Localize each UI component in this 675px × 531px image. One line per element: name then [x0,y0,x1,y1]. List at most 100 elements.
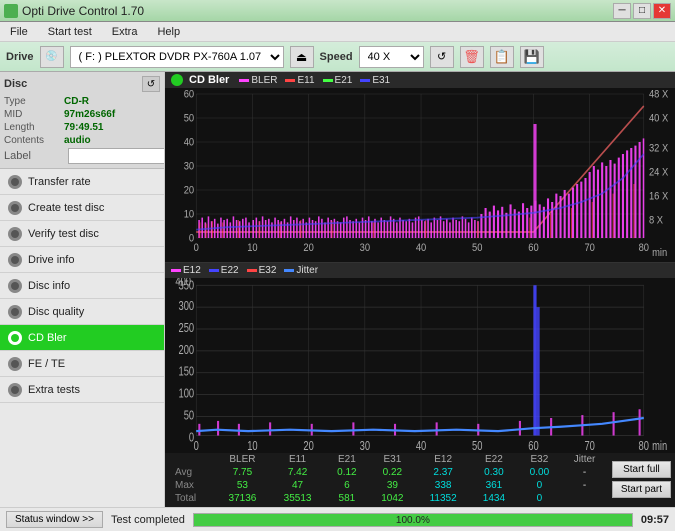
max-e22: 361 [470,479,517,492]
total-e32: 0 [518,492,562,505]
svg-text:40 X: 40 X [649,113,668,125]
speed-label: Speed [320,51,353,63]
speed-select[interactable]: 40 X [359,46,424,68]
save-button[interactable]: 💾 [520,46,544,68]
svg-text:20: 20 [184,185,195,197]
svg-text:80: 80 [639,440,649,453]
action-buttons: Start full Start part [612,453,671,505]
minimize-button[interactable]: ─ [613,3,631,19]
disc-panel: Disc ↺ Type CD-R MID 97m26s66f Length 79… [0,72,164,169]
max-bler: 53 [215,479,270,492]
col-header-e22: E22 [470,453,517,466]
chart-bottom-body: 0 50 100 150 200 250 300 350 400 0 10 20… [165,278,675,453]
sidebar-item-extra-tests[interactable]: Extra tests [0,377,164,403]
erase-button[interactable]: 🗑 [460,46,484,68]
nav-label-cd-bler: CD Bler [28,332,67,344]
chart-bottom-legend: E12 E22 E32 Jitter [171,265,318,276]
svg-text:30: 30 [184,161,195,173]
table-row-total: Total 37136 35513 581 1042 11352 1434 0 [169,492,608,505]
total-e31: 1042 [369,492,416,505]
disc-contents-key: Contents [4,135,64,146]
progress-label: 100.0% [194,514,632,528]
main-layout: Disc ↺ Type CD-R MID 97m26s66f Length 79… [0,72,675,507]
sidebar-item-verify-test-disc[interactable]: Verify test disc [0,221,164,247]
copy-button[interactable]: 📋 [490,46,514,68]
data-table-wrap: BLER E11 E21 E31 E12 E22 E32 Jitter Avg [169,453,608,505]
legend-e31: E31 [360,75,390,86]
avg-e11: 7.42 [270,466,325,479]
disc-label-key: Label [4,150,64,162]
chart-top-title-bar: CD Bler BLER E11 E21 [165,72,675,88]
svg-text:10: 10 [184,209,195,221]
svg-text:10: 10 [247,440,257,453]
col-header-e21: E21 [325,453,369,466]
svg-text:50: 50 [472,243,483,255]
nav-label-disc-quality: Disc quality [28,306,84,318]
legend-e22: E22 [209,265,239,276]
table-row-max: Max 53 47 6 39 338 361 0 - [169,479,608,492]
content-area: CD Bler BLER E11 E21 [165,72,675,507]
sidebar-item-drive-info[interactable]: Drive info [0,247,164,273]
nav-label-disc-info: Disc info [28,280,70,292]
nav-label-drive-info: Drive info [28,254,74,266]
row-label-avg: Avg [169,466,215,479]
svg-text:200: 200 [179,343,195,357]
menu-start-test[interactable]: Start test [42,24,98,40]
data-section: BLER E11 E21 E31 E12 E22 E32 Jitter Avg [165,453,675,507]
close-button[interactable]: ✕ [653,3,671,19]
legend-e21: E21 [323,75,353,86]
drive-select[interactable]: ( F: ) PLEXTOR DVDR PX-760A 1.07 [70,46,284,68]
disc-label-input[interactable] [68,148,165,164]
disc-mid-row: MID 97m26s66f [4,109,160,120]
chart-bottom-svg: 0 50 100 150 200 250 300 350 400 0 10 20… [165,278,675,453]
svg-text:min: min [652,247,667,259]
start-part-button[interactable]: Start part [612,481,671,498]
nav-icon-transfer-rate [8,175,22,189]
chart-top-body: 0 10 20 30 40 50 60 0 10 20 30 40 50 60 … [165,88,675,262]
disc-refresh-button[interactable]: ↺ [142,76,160,92]
nav-label-fe-te: FE / TE [28,358,65,370]
sidebar-item-create-test-disc[interactable]: Create test disc [0,195,164,221]
menu-help[interactable]: Help [151,24,186,40]
menu-extra[interactable]: Extra [106,24,144,40]
total-jitter [561,492,608,505]
svg-text:60: 60 [528,243,539,255]
disc-contents-value: audio [64,135,91,146]
status-bar: Status window >> Test completed 100.0% 0… [0,507,675,531]
start-full-button[interactable]: Start full [612,461,671,478]
col-header-e32: E32 [518,453,562,466]
avg-e22: 0.30 [470,466,517,479]
status-window-button[interactable]: Status window >> [6,511,103,528]
menu-file[interactable]: File [4,24,34,40]
svg-text:400: 400 [175,278,191,289]
svg-text:0: 0 [194,243,200,255]
row-label-total: Total [169,492,215,505]
svg-text:40: 40 [184,137,195,149]
chart-top-title: CD Bler [189,74,229,86]
sidebar-item-cd-bler[interactable]: CD Bler [0,325,164,351]
refresh-speed-button[interactable]: ↺ [430,46,454,68]
nav-icon-disc-info [8,279,22,293]
svg-text:60: 60 [184,89,195,101]
nav-icon-disc-quality [8,305,22,319]
sidebar: Disc ↺ Type CD-R MID 97m26s66f Length 79… [0,72,165,507]
col-header-e31: E31 [369,453,416,466]
row-label-max: Max [169,479,215,492]
maximize-button[interactable]: □ [633,3,651,19]
svg-text:8 X: 8 X [649,215,663,227]
sidebar-item-disc-info[interactable]: Disc info [0,273,164,299]
chart-top-legend: BLER E11 E21 E31 [239,75,390,86]
sidebar-item-transfer-rate[interactable]: Transfer rate [0,169,164,195]
sidebar-item-disc-quality[interactable]: Disc quality [0,299,164,325]
sidebar-item-fe-te[interactable]: FE / TE [0,351,164,377]
total-e11: 35513 [270,492,325,505]
disc-length-row: Length 79:49.51 [4,122,160,133]
disc-length-value: 79:49.51 [64,122,103,133]
disc-type-value: CD-R [64,96,89,107]
disc-type-row: Type CD-R [4,96,160,107]
nav-icon-drive-info [8,253,22,267]
nav-icon-cd-bler [8,331,22,345]
max-jitter: - [561,479,608,492]
nav-icon-create-test-disc [8,201,22,215]
eject-button[interactable]: ⏏ [290,46,314,68]
